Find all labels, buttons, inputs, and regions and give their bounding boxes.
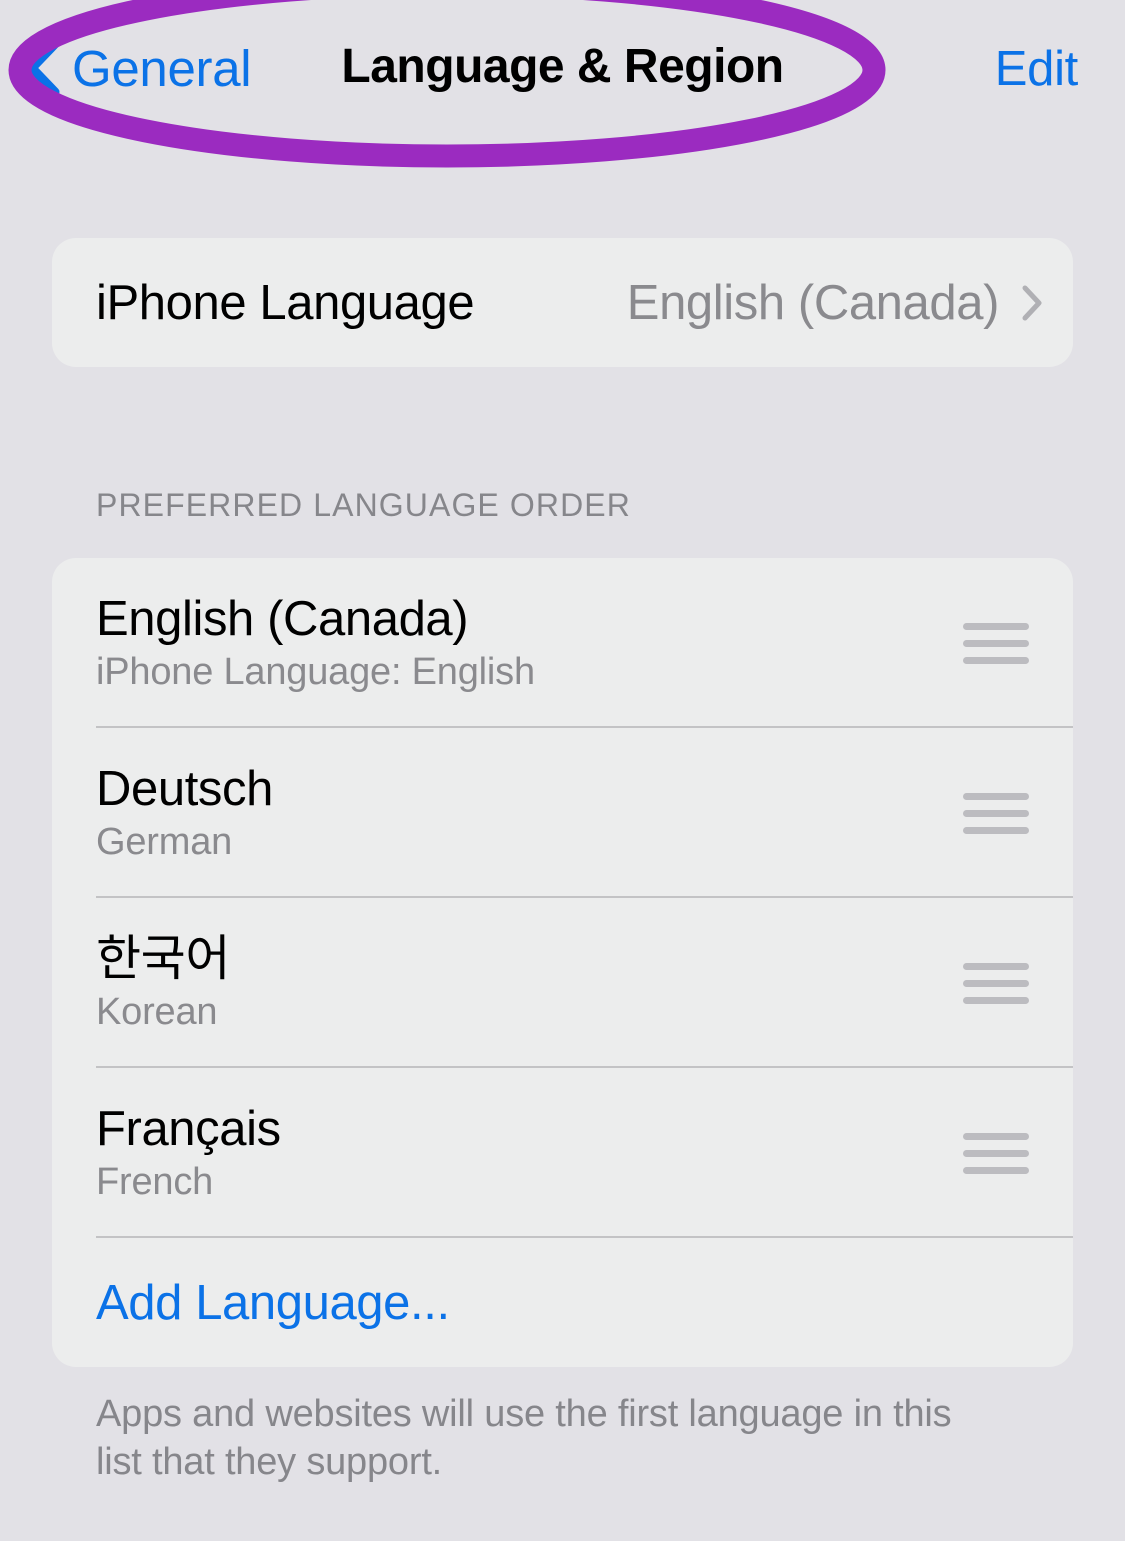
- handle-bar: [963, 979, 1029, 987]
- language-texts: Deutsch German: [96, 761, 963, 864]
- language-subtitle: iPhone Language: English: [96, 651, 535, 694]
- language-title: Français: [96, 1101, 281, 1156]
- reorder-handle-icon[interactable]: [963, 792, 1029, 834]
- reorder-handle-icon[interactable]: [963, 1132, 1029, 1174]
- language-texts: Français French: [96, 1101, 963, 1204]
- add-language-label: Add Language...: [96, 1275, 450, 1330]
- edit-button[interactable]: Edit: [995, 40, 1079, 99]
- language-texts: English (Canada) iPhone Language: Englis…: [96, 591, 963, 694]
- handle-bar: [963, 656, 1029, 664]
- language-subtitle: Korean: [96, 991, 218, 1034]
- handle-bar: [963, 1132, 1029, 1140]
- list-item[interactable]: English (Canada) iPhone Language: Englis…: [52, 558, 1073, 728]
- language-title: English (Canada): [96, 591, 469, 646]
- chevron-right-icon: [1022, 285, 1042, 320]
- list-item[interactable]: Français French: [52, 1068, 1073, 1238]
- handle-bar: [963, 1166, 1029, 1174]
- page-title: Language & Region: [341, 40, 784, 93]
- iphone-language-label: iPhone Language: [96, 275, 475, 330]
- list-item[interactable]: Deutsch German: [52, 728, 1073, 898]
- handle-bar: [963, 1149, 1029, 1157]
- add-language-button[interactable]: Add Language...: [52, 1238, 1073, 1367]
- footer-note: Apps and websites will use the first lan…: [96, 1393, 952, 1484]
- handle-bar: [963, 962, 1029, 970]
- handle-bar: [963, 996, 1029, 1004]
- handle-bar: [963, 792, 1029, 800]
- language-texts: 한국어 Korean: [96, 931, 963, 1034]
- section-header-preferred-language-order: PREFERRED LANGUAGE ORDER: [96, 487, 631, 523]
- iphone-language-value: English (Canada): [626, 275, 1000, 330]
- handle-bar: [963, 639, 1029, 647]
- language-title: 한국어: [96, 931, 231, 986]
- navigation-bar: General Language & Region Edit: [0, 0, 1125, 136]
- language-title: Deutsch: [96, 761, 273, 816]
- handle-bar: [963, 826, 1029, 834]
- iphone-language-card: iPhone Language English (Canada): [52, 238, 1073, 367]
- preferred-language-list-card: English (Canada) iPhone Language: Englis…: [52, 558, 1073, 1367]
- list-item[interactable]: 한국어 Korean: [52, 898, 1073, 1068]
- reorder-handle-icon[interactable]: [963, 622, 1029, 664]
- iphone-language-row[interactable]: iPhone Language English (Canada): [52, 238, 1073, 367]
- handle-bar: [963, 809, 1029, 817]
- handle-bar: [963, 622, 1029, 630]
- language-subtitle: French: [96, 1161, 214, 1204]
- reorder-handle-icon[interactable]: [963, 962, 1029, 1004]
- language-subtitle: German: [96, 821, 233, 864]
